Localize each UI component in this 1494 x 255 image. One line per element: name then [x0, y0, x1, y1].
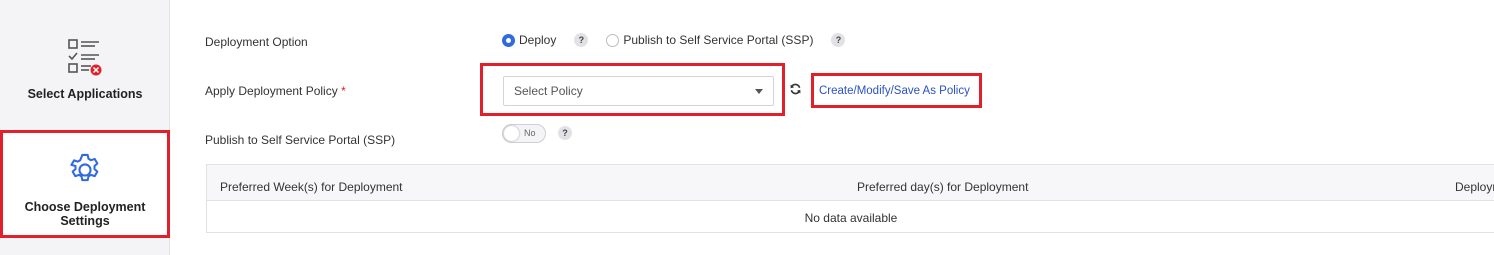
column-header: Preferred day(s) for Deployment — [857, 180, 1029, 194]
radio-checked-icon[interactable] — [502, 33, 515, 47]
policy-select[interactable]: Select Policy — [503, 76, 774, 106]
radio-unchecked-icon[interactable] — [606, 33, 620, 47]
help-icon[interactable]: ? — [558, 126, 572, 140]
deployment-option-label: Deployment Option — [205, 35, 308, 49]
deployment-settings-form: Deployment Option Deploy ? Publish to Se… — [170, 0, 1494, 255]
refresh-icon[interactable] — [789, 82, 802, 100]
policy-select-highlight: Select Policy — [480, 63, 785, 116]
column-header: Deploym — [1455, 180, 1494, 194]
step-select-applications[interactable]: Select Applications — [0, 36, 170, 101]
empty-state-text: No data available — [804, 211, 898, 225]
help-icon[interactable]: ? — [574, 33, 589, 47]
deployment-schedule-table: Preferred Week(s) for Deployment Preferr… — [206, 164, 1494, 233]
checklist-remove-icon — [67, 36, 103, 81]
toggle-knob — [504, 126, 519, 141]
wizard-sidebar: Select Applications Choose Deployment Se… — [0, 0, 170, 255]
create-modify-policy-link[interactable]: Create/Modify/Save As Policy — [819, 85, 970, 97]
help-icon[interactable]: ? — [831, 33, 846, 47]
apply-policy-label: Apply Deployment Policy * — [205, 84, 346, 98]
radio-deploy[interactable]: Deploy — [502, 33, 556, 47]
step-choose-deployment-settings[interactable]: Choose Deployment Settings — [0, 130, 170, 238]
policy-select-placeholder: Select Policy — [514, 84, 583, 98]
publish-ssp-label: Publish to Self Service Portal (SSP) — [205, 133, 396, 147]
policy-link-highlight: Create/Modify/Save As Policy — [811, 73, 982, 108]
radio-publish-ssp[interactable]: Publish to Self Service Portal (SSP) — [606, 33, 813, 47]
column-header: Preferred Week(s) for Deployment — [220, 180, 403, 194]
ssp-toggle[interactable]: No — [502, 124, 546, 143]
table-header: Preferred Week(s) for Deployment Preferr… — [207, 165, 1494, 201]
chevron-down-icon — [755, 89, 763, 94]
gear-icon — [66, 151, 104, 194]
table-body: No data available — [207, 201, 1494, 233]
apply-policy-label-text: Apply Deployment Policy — [205, 84, 338, 98]
step-label: Choose Deployment Settings — [24, 200, 146, 228]
radio-deploy-label: Deploy — [519, 33, 557, 47]
radio-ssp-label: Publish to Self Service Portal (SSP) — [623, 33, 814, 47]
step-label: Select Applications — [27, 87, 143, 101]
toggle-state-label: No — [524, 128, 536, 138]
required-marker: * — [341, 84, 346, 98]
deployment-option-group: Deploy ? Publish to Self Service Portal … — [502, 33, 846, 47]
